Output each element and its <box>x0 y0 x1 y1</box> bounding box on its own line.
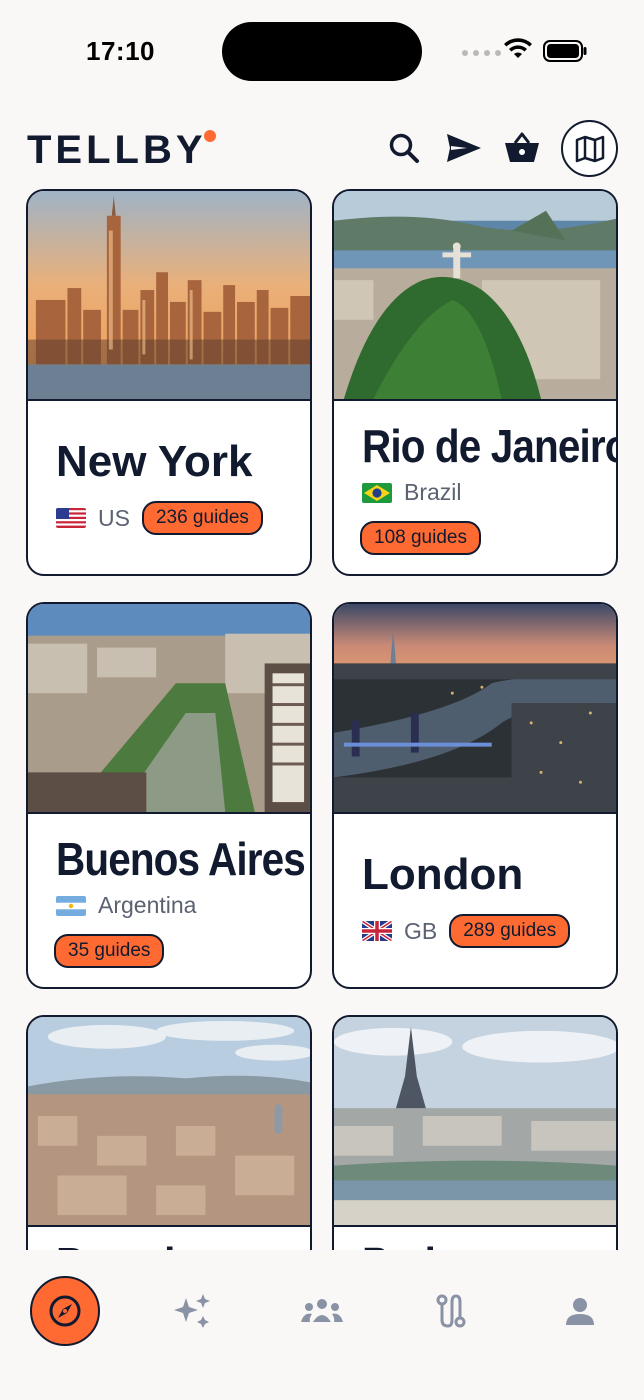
guides-count-badge: 108 guides <box>360 521 481 555</box>
guides-count-badge: 236 guides <box>141 501 263 535</box>
barcelona-photo <box>28 1017 310 1227</box>
london-photo <box>334 604 616 814</box>
destination-card-paris[interactable]: Paris <box>332 1015 618 1250</box>
tab-routes[interactable] <box>416 1276 486 1346</box>
map-button[interactable] <box>561 120 618 177</box>
map-icon <box>575 135 604 162</box>
uk-flag-icon <box>362 921 392 941</box>
country-code: GB <box>404 917 438 944</box>
destination-card-barcelona[interactable]: Barcelona <box>26 1015 312 1250</box>
brazil-flag-icon <box>362 482 392 503</box>
city-name: Barcelona <box>56 1237 245 1250</box>
guides-count-badge: 35 guides <box>54 934 165 968</box>
status-bar: 17:10 <box>0 0 644 100</box>
tab-explore[interactable] <box>30 1276 100 1346</box>
logo-dot <box>204 130 216 142</box>
tab-community[interactable] <box>287 1276 357 1346</box>
rio-de-janeiro-photo <box>334 191 616 401</box>
cellular-signal-icon <box>462 50 501 56</box>
city-name: Paris <box>362 1237 458 1250</box>
destination-card-london[interactable]: London GB 289 guides <box>332 602 618 989</box>
destination-card-new-york[interactable]: New York US 236 guides <box>26 189 312 576</box>
paris-photo <box>334 1017 616 1227</box>
search-icon[interactable] <box>384 128 424 168</box>
city-name: Rio de Janeiro <box>362 420 618 472</box>
city-meta: Argentina <box>56 892 196 919</box>
buenos-aires-photo <box>28 604 310 814</box>
tab-ai-picks[interactable] <box>158 1276 228 1346</box>
bottom-tab-bar <box>0 1250 644 1400</box>
city-meta: GB 289 guides <box>362 914 571 948</box>
argentina-flag-icon <box>56 895 86 916</box>
community-icon <box>301 1299 343 1322</box>
country-name: Brazil <box>404 479 462 505</box>
us-flag-icon <box>56 508 86 528</box>
destination-card-buenos-aires[interactable]: Buenos Aires Argentina 35 guides <box>26 602 312 989</box>
route-icon <box>436 1294 466 1328</box>
city-meta: US 236 guides <box>56 501 263 535</box>
wifi-icon <box>504 38 532 58</box>
profile-icon <box>566 1298 594 1325</box>
city-name: New York <box>56 437 253 486</box>
sparkles-icon <box>174 1294 210 1328</box>
compass-icon <box>49 1295 81 1327</box>
battery-icon <box>543 40 587 62</box>
app-header: TELLBY <box>0 118 644 178</box>
dynamic-island <box>222 22 422 81</box>
city-name: London <box>362 850 524 899</box>
basket-icon[interactable] <box>502 128 542 168</box>
new-york-photo <box>28 191 310 401</box>
send-icon[interactable] <box>444 128 484 168</box>
destinations-grid: New York US 236 guides Rio de Janeiro Br… <box>26 189 618 1250</box>
tab-profile[interactable] <box>545 1276 615 1346</box>
city-name: Buenos Aires <box>56 833 306 885</box>
destination-card-rio-de-janeiro[interactable]: Rio de Janeiro Brazil 108 guides <box>332 189 618 576</box>
status-time: 17:10 <box>86 36 155 66</box>
country-name: Argentina <box>98 892 197 918</box>
app-logo[interactable]: TELLBY <box>27 128 207 173</box>
guides-count-badge: 289 guides <box>449 914 571 948</box>
country-code: US <box>98 504 130 531</box>
city-meta: Brazil <box>362 479 462 506</box>
